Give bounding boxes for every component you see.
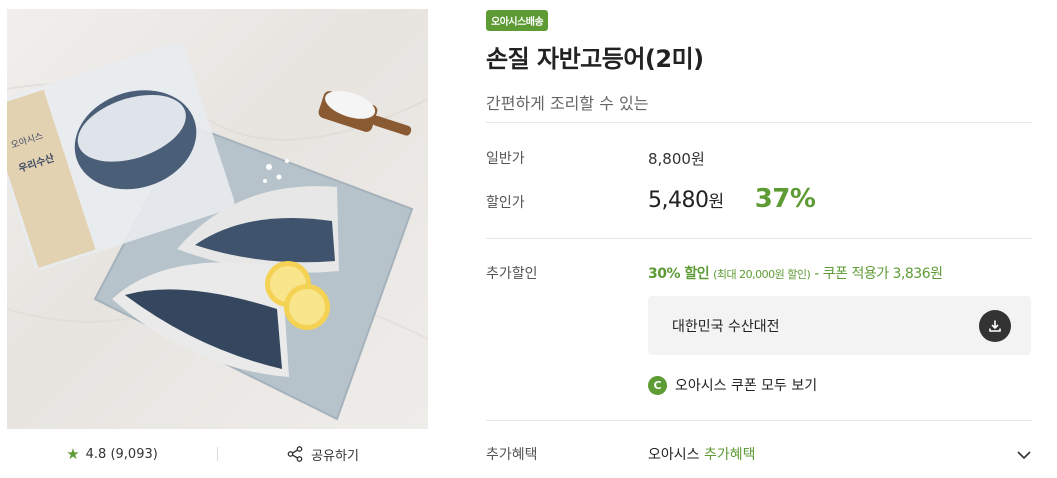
sale-price-row: 5,480원 37% — [648, 184, 816, 214]
benefit-highlight: 추가혜택 — [703, 447, 756, 463]
coupon-limit: (최대 20,000원 할인) — [713, 268, 811, 281]
delivery-badge: 오아시스배송 — [486, 10, 549, 31]
regular-price-label: 일반가 — [486, 151, 525, 167]
coupon-applied-price: - 쿠폰 적용가 3,836원 — [810, 266, 943, 282]
image-footer: ★ 4.8 (9,093) 공유하기 — [7, 436, 428, 472]
sale-price-label: 할인가 — [486, 195, 525, 211]
divider — [486, 122, 1032, 123]
coupon-rate: 30% 할인 — [648, 266, 710, 282]
divider — [486, 238, 1032, 239]
benefit-prefix: 오아시스 — [648, 447, 700, 463]
coupon-summary: 30% 할인 (최대 20,000원 할인) - 쿠폰 적용가 3,836원 — [648, 263, 943, 283]
divider — [486, 420, 1032, 421]
rating-text: 4.8 (9,093) — [85, 446, 158, 462]
extra-benefit-label: 추가혜택 — [486, 447, 538, 463]
coupon-download-box[interactable]: 대한민국 수산대전 — [648, 296, 1031, 355]
share-label: 공유하기 — [311, 448, 359, 464]
extra-benefit-value: 오아시스 추가혜택 — [648, 444, 756, 464]
view-all-coupons-link[interactable]: C 오아시스 쿠폰 모두 보기 — [648, 375, 817, 395]
product-info: 오아시스배송 손질 자반고등어(2미) 간편하게 조리할 수 있는 일반가 8,… — [486, 10, 1032, 463]
view-all-coupons-label: 오아시스 쿠폰 모두 보기 — [675, 378, 818, 394]
download-icon — [989, 320, 1001, 332]
rating: ★ 4.8 (9,093) — [7, 444, 217, 463]
sale-unit: 원 — [708, 192, 724, 212]
download-button[interactable] — [979, 309, 1011, 342]
product-title: 손질 자반고등어(2미) — [486, 45, 704, 73]
share-icon — [287, 446, 303, 462]
share-button[interactable]: 공유하기 — [218, 445, 428, 464]
coupon-c-icon: C — [648, 375, 667, 395]
sale-amount: 5,480 — [648, 188, 709, 213]
expand-benefit-button[interactable] — [1016, 446, 1032, 465]
chevron-down-icon — [1017, 451, 1031, 460]
coupon-name: 대한민국 수산대전 — [672, 318, 780, 335]
discount-rate: 37% — [754, 184, 816, 214]
extra-discount-label: 추가할인 — [486, 266, 538, 282]
product-image: 오아시스 우리수산 — [7, 9, 428, 429]
regular-price: 8,800원 — [648, 150, 705, 168]
product-subtitle: 간편하게 조리할 수 있는 — [486, 94, 649, 113]
sale-price: 5,480원 — [648, 188, 724, 213]
star-icon: ★ — [66, 444, 80, 463]
